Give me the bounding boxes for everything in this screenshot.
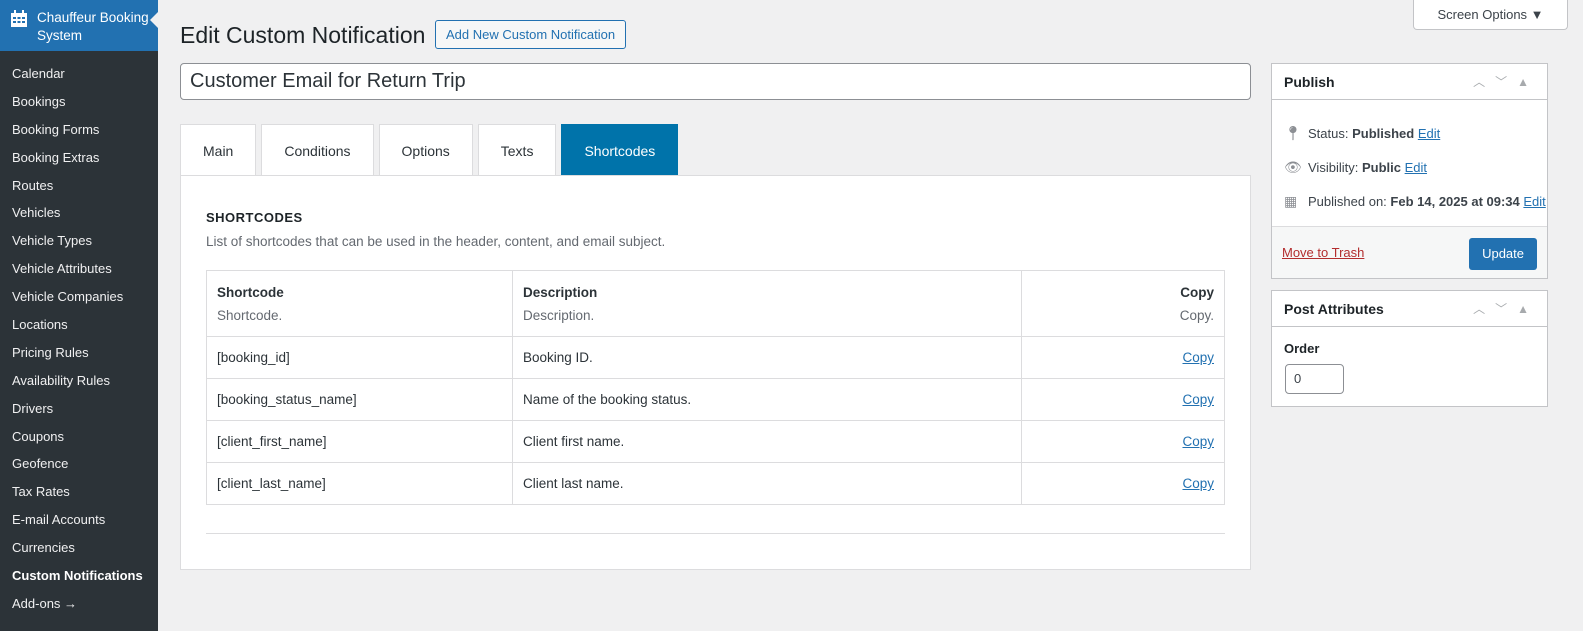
- box-controls[interactable]: ︿﹀▲: [1473, 291, 1539, 327]
- description-cell: Client first name.: [512, 420, 1022, 463]
- post-title-input[interactable]: Customer Email for Return Trip: [180, 63, 1251, 100]
- edit-date-link[interactable]: Edit: [1523, 194, 1545, 209]
- sidebar-item[interactable]: Coupons: [0, 423, 158, 451]
- shortcodes-table: Shortcode Shortcode. Description Descripti…: [206, 270, 1225, 505]
- sidebar-item[interactable]: Booking Extras: [0, 144, 158, 172]
- add-new-button[interactable]: Add New Custom Notification: [435, 20, 627, 49]
- shortcode-cell: [client_first_name]: [206, 420, 513, 463]
- tab-options[interactable]: Options: [378, 124, 473, 176]
- sidebar-item[interactable]: Currencies: [0, 534, 158, 562]
- update-button[interactable]: Update: [1469, 238, 1537, 270]
- sidebar-item[interactable]: Vehicle Attributes: [0, 255, 158, 283]
- publish-title: Publish: [1284, 74, 1335, 90]
- section-subtitle: List of shortcodes that can be used in t…: [206, 234, 666, 249]
- table-row: [booking_id] Booking ID. Copy: [206, 336, 1225, 379]
- sidebar-item[interactable]: Routes: [0, 172, 158, 200]
- page-title: Edit Custom Notification: [180, 22, 426, 48]
- order-input[interactable]: 0: [1285, 364, 1344, 394]
- description-cell: Client last name.: [512, 462, 1022, 505]
- description-cell: Booking ID.: [512, 336, 1022, 379]
- column-header: Shortcode Shortcode.: [206, 270, 513, 337]
- copy-link[interactable]: Copy: [1182, 476, 1214, 491]
- calendar-icon: ▦: [1284, 192, 1298, 209]
- copy-link[interactable]: Copy: [1182, 392, 1214, 407]
- sidebar-item[interactable]: Custom Notifications: [0, 562, 158, 590]
- sidebar-item[interactable]: Drivers: [0, 395, 158, 423]
- copy-link[interactable]: Copy: [1182, 434, 1214, 449]
- table-row: [client_first_name] Client first name. Cop…: [206, 420, 1225, 463]
- table-row: [booking_status_name] Name of the booking…: [206, 378, 1225, 421]
- edit-status-link[interactable]: Edit: [1418, 126, 1440, 141]
- tab-texts[interactable]: Texts: [477, 124, 557, 176]
- pin-icon: 📍︎: [1284, 124, 1302, 141]
- order-label: Order: [1284, 341, 1320, 356]
- shortcode-cell: [client_last_name]: [206, 462, 513, 505]
- sidebar-item[interactable]: Vehicle Companies: [0, 283, 158, 311]
- attributes-title: Post Attributes: [1284, 301, 1384, 317]
- tab-main[interactable]: Main: [180, 124, 257, 176]
- box-controls[interactable]: ︿﹀▲: [1473, 64, 1539, 100]
- sidebar-item[interactable]: Availability Rules: [0, 367, 158, 395]
- copy-link[interactable]: Copy: [1182, 350, 1214, 365]
- sidebar-item[interactable]: E-mail Accounts: [0, 506, 158, 534]
- screen-options-button[interactable]: Screen Options ▼: [1413, 0, 1568, 30]
- brand-menu-item[interactable]: Chauffeur Booking System: [0, 0, 158, 51]
- sidebar-item[interactable]: Locations: [0, 311, 158, 339]
- sidebar-item[interactable]: Vehicle Types: [0, 227, 158, 255]
- shortcode-cell: [booking_id]: [206, 336, 513, 379]
- post-attributes-box: Post Attributes ︿﹀▲ Order 0: [1271, 290, 1548, 407]
- divider: [206, 533, 1225, 534]
- sidebar-item[interactable]: Bookings: [0, 88, 158, 116]
- sidebar-item[interactable]: Calendar: [0, 60, 158, 88]
- sidebar-item[interactable]: Geofence: [0, 450, 158, 478]
- calendar-icon: [11, 10, 27, 27]
- sidebar-item[interactable]: Vehicles: [0, 199, 158, 227]
- description-cell: Name of the booking status.: [512, 378, 1022, 421]
- shortcodes-panel: SHORTCODES List of shortcodes that can b…: [180, 175, 1251, 570]
- table-row: [client_last_name] Client last name. Copy: [206, 462, 1225, 505]
- column-header: Copy Copy.: [1021, 270, 1225, 337]
- edit-visibility-link[interactable]: Edit: [1405, 160, 1427, 175]
- tab-conditions[interactable]: Conditions: [261, 124, 374, 176]
- column-header: Description Description.: [512, 270, 1022, 337]
- eye-icon: 👁︎: [1284, 158, 1302, 175]
- sidebar-item[interactable]: Tax Rates: [0, 478, 158, 506]
- sidebar-item[interactable]: Booking Forms: [0, 116, 158, 144]
- tab-shortcodes[interactable]: Shortcodes: [561, 124, 679, 176]
- shortcode-cell: [booking_status_name]: [206, 378, 513, 421]
- sidebar-item[interactable]: Add-ons →: [0, 590, 158, 618]
- admin-sidebar: Chauffeur Booking System Calendar Booking…: [0, 0, 158, 631]
- sidebar-item[interactable]: Pricing Rules: [0, 339, 158, 367]
- move-to-trash-link[interactable]: Move to Trash: [1282, 245, 1364, 260]
- section-title: SHORTCODES: [206, 210, 303, 225]
- publish-box: Publish ︿﹀▲ 📍︎ Status: Published Edit 👁︎ Vi…: [1271, 63, 1548, 279]
- brand-label: Chauffeur Booking System: [37, 10, 149, 43]
